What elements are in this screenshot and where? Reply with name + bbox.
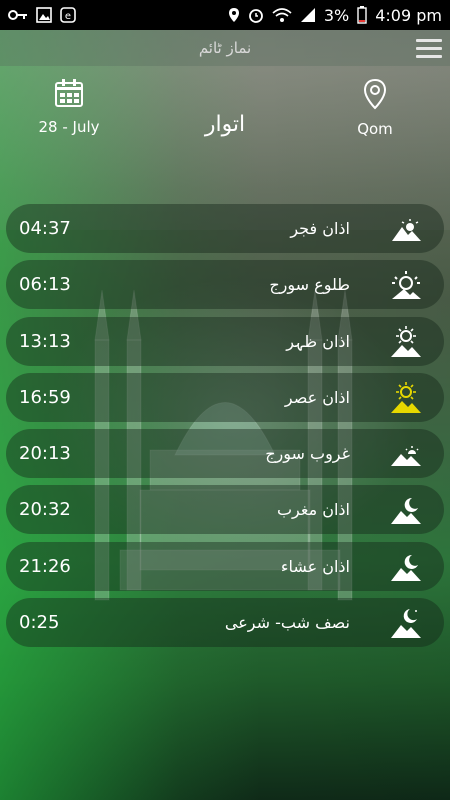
prayer-time: 0:25 (19, 612, 60, 634)
prayer-row-dhuhr[interactable]: 13:13 اذان ظہر (6, 316, 444, 366)
prayer-row-sunset[interactable]: 20:13 غروب سورج (6, 429, 444, 479)
app-title: نماز ٹائم (198, 39, 252, 57)
sun-mountain-yellow-icon (391, 381, 421, 413)
wifi-icon (272, 8, 292, 22)
mountain-dawn-icon (392, 219, 421, 241)
prayer-name: اذان فجر (290, 219, 350, 238)
prayer-time: 04:37 (19, 218, 71, 239)
prayer-time: 20:32 (19, 499, 71, 521)
location-label: Qom (357, 120, 393, 138)
prayer-name: طلوع سورج (269, 275, 350, 295)
signal-icon (300, 8, 315, 22)
image-icon (36, 7, 52, 23)
sunset-icon (391, 446, 421, 467)
prayer-row-sunrise[interactable]: 06:13 طلوع سورج (6, 260, 444, 310)
prayer-time: 21:26 (19, 555, 71, 577)
date-header: 28 - July اتوار Qom (0, 66, 450, 190)
prayer-row-asr[interactable]: 16:59 اذان عصر (6, 372, 444, 422)
moon-mountain-icon (391, 498, 421, 525)
moon-mountain-icon (391, 554, 421, 581)
app-bar: نماز ٹائم (0, 30, 450, 66)
key-icon (8, 10, 27, 20)
prayer-row-midnight[interactable]: 0:25 نصف شب- شرعی (6, 598, 444, 648)
sun-mountain-icon (391, 325, 421, 357)
prayer-row-maghrib[interactable]: 20:32 اذان مغرب (6, 485, 444, 535)
prayer-time: 20:13 (19, 443, 71, 465)
alarm-icon (248, 9, 263, 23)
prayer-row-isha[interactable]: 21:26 اذان عشاء (6, 541, 444, 591)
prayer-name: اذان عشاء (280, 556, 350, 576)
location-selector[interactable]: Qom (345, 78, 405, 138)
location-pin-icon (363, 78, 387, 110)
sunrise-icon (392, 271, 421, 300)
prayer-name: اذان ظہر (286, 331, 350, 351)
clock: 4:09 pm (375, 5, 442, 25)
battery-icon (357, 6, 367, 24)
browser-icon: e (60, 7, 76, 23)
prayer-name: غروب سورج (265, 444, 350, 464)
status-bar: e 3% 4:09 pm (0, 0, 450, 30)
prayer-time: 13:13 (19, 330, 71, 352)
crescent-mountain-icon (391, 609, 421, 639)
prayer-time: 06:13 (19, 274, 71, 296)
prayer-time: 16:59 (19, 386, 71, 408)
prayer-list: 04:37 اذان فجر 06:13 طلوع سورج 13:13 اذا… (6, 204, 444, 654)
hamburger-menu-icon[interactable] (416, 39, 442, 59)
prayer-row-fajr[interactable]: 04:37 اذان فجر (6, 204, 444, 253)
battery-percent: 3% (323, 5, 350, 25)
svg-text:e: e (65, 11, 71, 22)
calendar-icon (55, 79, 83, 107)
prayer-name: اذان عصر (284, 387, 350, 407)
location-status-icon (228, 8, 239, 22)
prayer-name: نصف شب- شرعی (224, 613, 350, 633)
prayer-name: اذان مغرب (276, 500, 350, 520)
